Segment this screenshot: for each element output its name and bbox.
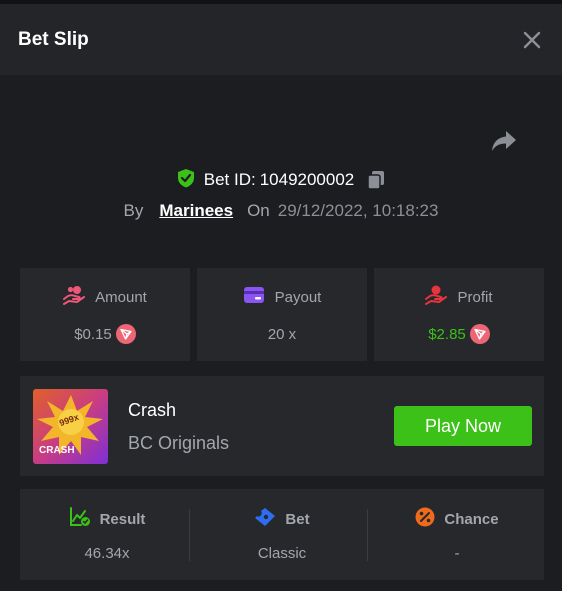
- chance-column: Chance -: [370, 489, 544, 580]
- bet-type-label: Bet: [285, 510, 310, 528]
- chance-value: -: [454, 545, 460, 562]
- share-icon[interactable]: [490, 128, 518, 154]
- bet-column: Bet Classic: [195, 489, 369, 580]
- bet-id-label: Bet ID:: [203, 170, 256, 189]
- play-now-button[interactable]: Play Now: [394, 406, 532, 446]
- chance-label: Chance: [444, 510, 499, 528]
- bet-id-row: Bet ID: 1049200002: [0, 166, 562, 194]
- bet-slip-header: Bet Slip: [0, 4, 562, 75]
- game-provider: BC Originals: [128, 433, 230, 453]
- shield-check-icon: [176, 168, 196, 193]
- amount-label: Amount: [95, 288, 147, 306]
- bet-id-value: 1049200002: [259, 170, 355, 189]
- result-label: Result: [99, 510, 146, 528]
- bet-type-value: Classic: [257, 545, 307, 562]
- result-column: Result 46.34x: [20, 489, 194, 580]
- crash-game-thumbnail[interactable]: 999x CRASH: [33, 389, 108, 464]
- amount-value: $0.15: [74, 325, 112, 343]
- on-label: On: [247, 201, 270, 220]
- profit-label: Profit: [457, 288, 493, 306]
- game-name[interactable]: Crash: [128, 400, 176, 421]
- result-value: 46.34x: [84, 545, 130, 562]
- user-link[interactable]: Marinees: [159, 201, 233, 221]
- tron-coin-icon: [469, 324, 490, 344]
- payout-card: Payout 20 x: [197, 268, 367, 361]
- amount-card: Amount $0.15: [20, 268, 190, 361]
- tron-coin-icon: [115, 324, 136, 344]
- profit-value: $2.85: [428, 325, 466, 343]
- ticket-icon: [254, 507, 276, 531]
- column-divider: [189, 509, 190, 561]
- payout-value: 20 x: [267, 325, 297, 343]
- copy-icon[interactable]: [366, 170, 386, 190]
- percent-icon: [415, 507, 435, 531]
- result-card: Result 46.34x Bet Classic Chance -: [20, 489, 544, 580]
- modal-title: Bet Slip: [18, 28, 89, 50]
- by-label: By: [123, 201, 144, 220]
- bet-meta-row: By Marinees On 29/12/2022, 10:18:23: [0, 198, 562, 224]
- game-card: 999x CRASH Crash BC Originals Play Now: [20, 376, 544, 476]
- bet-datetime: 29/12/2022, 10:18:23: [277, 201, 439, 220]
- card-icon: [243, 286, 265, 308]
- hand-coins-icon: [63, 285, 86, 309]
- chart-check-icon: [69, 507, 91, 531]
- column-divider: [367, 509, 368, 561]
- hand-coin-icon: [425, 285, 448, 309]
- close-icon[interactable]: [520, 28, 544, 52]
- payout-label: Payout: [274, 288, 322, 306]
- thumb-title: CRASH: [39, 445, 75, 456]
- profit-card: Profit $2.85: [374, 268, 544, 361]
